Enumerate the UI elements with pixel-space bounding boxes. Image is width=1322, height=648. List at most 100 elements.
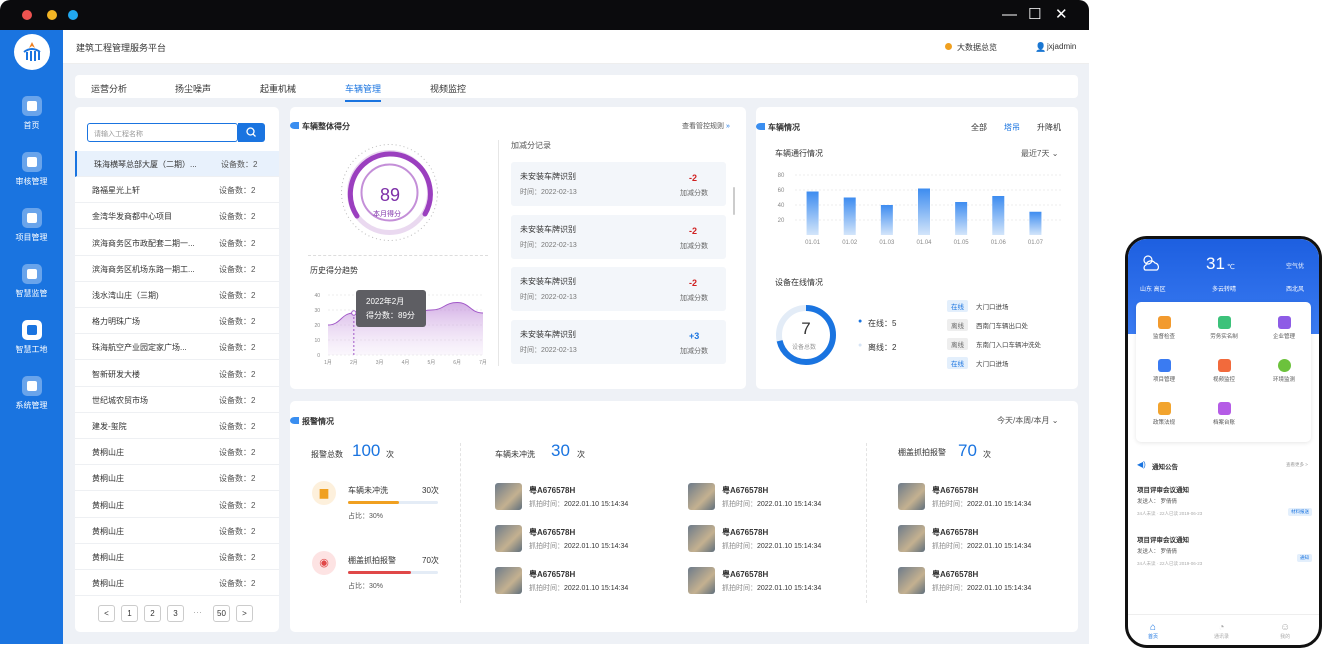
tab-dust-noise[interactable]: 扬尘噪声 bbox=[175, 82, 211, 95]
nav-audit[interactable]: 审核管理 bbox=[0, 152, 63, 187]
vehicle-capture[interactable]: 粤A676578H 抓拍时间：2022.01.10 15:14:34 bbox=[495, 483, 665, 511]
alarm-range-select[interactable]: 今天/本周/本月 ⌄ bbox=[997, 415, 1058, 426]
filter-tower-crane[interactable]: 塔吊 bbox=[1004, 122, 1020, 133]
notice-item[interactable]: 项目评审会议通知 发送人： 罗倩倩 34人未读 · 22人已读 2019-06-23… bbox=[1137, 534, 1312, 578]
project-row[interactable]: 黄桐山庄 设备数：2 bbox=[75, 439, 279, 466]
bigdata-link[interactable]: 大数据总览 bbox=[957, 42, 997, 53]
vehicle-photo[interactable] bbox=[688, 483, 715, 510]
project-row[interactable]: 浅水湾山庄（三期) 设备数：2 bbox=[75, 282, 279, 308]
nav-home[interactable]: 首页 bbox=[0, 96, 63, 131]
x-tick-label: 01.06 bbox=[991, 240, 1007, 245]
nav-system[interactable]: 系统管理 bbox=[0, 376, 63, 411]
nav-project[interactable]: 项目管理 bbox=[0, 208, 63, 243]
page-button-2[interactable]: 2 bbox=[144, 605, 161, 622]
traffic-bar[interactable] bbox=[918, 188, 930, 236]
grid-inspection[interactable]: 监督检查 bbox=[1139, 316, 1189, 340]
tab-operations[interactable]: 运营分析 bbox=[91, 82, 127, 95]
device-row[interactable]: 离线 西南门车辆出口处 bbox=[947, 319, 1028, 331]
traffic-bar[interactable] bbox=[806, 191, 819, 236]
device-row[interactable]: 在线 大门口进场 bbox=[947, 300, 1009, 312]
page-button-50[interactable]: 50 bbox=[213, 605, 230, 622]
scrollbar[interactable] bbox=[733, 187, 735, 215]
vehicle-photo[interactable] bbox=[688, 525, 715, 552]
zoom-dot[interactable] bbox=[68, 10, 78, 20]
page-prev-button[interactable]: < bbox=[98, 605, 115, 622]
device-row[interactable]: 离线 东南门入口车辆冲洗处 bbox=[947, 338, 1041, 350]
project-row[interactable]: 世纪城农贸市场 设备数：2 bbox=[75, 387, 279, 413]
vehicle-capture[interactable]: 粤A676578H 抓拍时间：2022.01.10 15:14:34 bbox=[688, 567, 858, 595]
traffic-bar[interactable] bbox=[843, 197, 856, 236]
project-row[interactable]: 滨海商务区市政配套二期一... 设备数：2 bbox=[75, 230, 279, 256]
vehicle-photo[interactable] bbox=[495, 567, 522, 594]
page-next-button[interactable]: > bbox=[236, 605, 253, 622]
username[interactable]: jxjadmin bbox=[1047, 42, 1076, 51]
mobile-nav-contacts[interactable]: ◔ 通讯录 bbox=[1214, 622, 1229, 640]
device-total: 7 bbox=[801, 319, 811, 338]
project-row[interactable]: 滨海商务区机场东路一期工... 设备数：2 bbox=[75, 256, 279, 282]
project-row[interactable]: 黄桐山庄 设备数：2 bbox=[75, 570, 279, 597]
project-row[interactable]: 建发-玺院 设备数：2 bbox=[75, 413, 279, 439]
project-row[interactable]: 珠海横琴总部大厦（二期）... 设备数：2 bbox=[75, 151, 279, 177]
minimize-icon[interactable]: — bbox=[1002, 5, 1017, 25]
range-select[interactable]: 最近7天 ⌄ bbox=[1021, 148, 1058, 159]
minimize-dot[interactable] bbox=[47, 10, 57, 20]
vehicle-photo[interactable] bbox=[898, 525, 925, 552]
progress-fill bbox=[348, 571, 411, 574]
close-icon[interactable]: ✕ bbox=[1055, 5, 1068, 25]
vehicle-photo[interactable] bbox=[688, 567, 715, 594]
mobile-nav-home[interactable]: ⌂ 首页 bbox=[1148, 622, 1158, 640]
nav-smart-site[interactable]: 智慧工地 bbox=[0, 320, 63, 355]
project-row[interactable]: 智新研发大楼 设备数：2 bbox=[75, 361, 279, 387]
tab-vehicles[interactable]: 车辆管理 bbox=[345, 82, 382, 102]
project-row[interactable]: 路福星光上轩 设备数：2 bbox=[75, 177, 279, 204]
traffic-bar[interactable] bbox=[992, 196, 1005, 235]
device-row[interactable]: 在线 大门口进场 bbox=[947, 357, 1009, 369]
vehicle-photo[interactable] bbox=[495, 525, 522, 552]
vehicle-capture[interactable]: 粤A676578H 抓拍时间：2022.01.10 15:14:34 bbox=[688, 483, 858, 511]
rule-link[interactable]: 查看管控规则 » bbox=[682, 121, 730, 131]
grid-enterprise[interactable]: 企业管理 bbox=[1259, 316, 1309, 340]
grid-policy[interactable]: 政策法规 bbox=[1139, 402, 1189, 426]
notice-more-link[interactable]: 查看更多 > bbox=[1286, 462, 1308, 468]
vehicle-capture[interactable]: 粤A676578H 抓拍时间：2022.01.10 15:14:34 bbox=[898, 567, 1068, 595]
project-row[interactable]: 黄桐山庄 设备数：2 bbox=[75, 518, 279, 544]
vehicle-capture[interactable]: 粤A676578H 抓拍时间：2022.01.10 15:14:34 bbox=[495, 525, 665, 553]
page-button-3[interactable]: 3 bbox=[167, 605, 184, 622]
grid-video[interactable]: 视频监控 bbox=[1199, 359, 1249, 383]
vehicle-photo[interactable] bbox=[898, 483, 925, 510]
tab-lifting[interactable]: 起重机械 bbox=[260, 82, 296, 95]
maximize-icon[interactable]: ☐ bbox=[1028, 5, 1041, 25]
project-row[interactable]: 黄桐山庄 设备数：2 bbox=[75, 465, 279, 492]
project-row[interactable]: 黄桐山庄 设备数：2 bbox=[75, 544, 279, 570]
page-button-1[interactable]: 1 bbox=[121, 605, 138, 622]
project-row[interactable]: 珠海航空产业园定家广场... 设备数：2 bbox=[75, 334, 279, 361]
project-row[interactable]: 黄桐山庄 设备数：2 bbox=[75, 492, 279, 518]
mobile-nav-me[interactable]: ☺ 我的 bbox=[1280, 622, 1290, 640]
close-dot[interactable] bbox=[22, 10, 32, 20]
project-row[interactable]: 金湾华发商都中心项目 设备数：2 bbox=[75, 203, 279, 230]
search-input[interactable]: 请输入工程名称 bbox=[87, 123, 238, 142]
grid-environment[interactable]: 环境监测 bbox=[1259, 359, 1309, 383]
filter-all[interactable]: 全部 bbox=[971, 122, 987, 133]
filter-elevator[interactable]: 升降机 bbox=[1037, 122, 1061, 133]
vehicle-capture[interactable]: 粤A676578H 抓拍时间：2022.01.10 15:14:34 bbox=[495, 567, 665, 595]
progress-track bbox=[348, 501, 438, 504]
traffic-bar[interactable] bbox=[880, 205, 893, 235]
tab-video[interactable]: 视频监控 bbox=[430, 82, 466, 95]
vehicle-capture[interactable]: 粤A676578H 抓拍时间：2022.01.10 15:14:34 bbox=[898, 483, 1068, 511]
grid-project[interactable]: 项目管理 bbox=[1139, 359, 1189, 383]
cover-count: 70 bbox=[958, 441, 977, 460]
vehicle-capture[interactable]: 粤A676578H 抓拍时间：2022.01.10 15:14:34 bbox=[688, 525, 858, 553]
vehicle-photo[interactable] bbox=[495, 483, 522, 510]
y-tick-label: 20 bbox=[314, 323, 320, 329]
nav-supervision[interactable]: 智慧监管 bbox=[0, 264, 63, 299]
vehicle-photo[interactable] bbox=[898, 567, 925, 594]
traffic-bar[interactable] bbox=[1029, 211, 1042, 235]
search-button[interactable] bbox=[238, 123, 265, 142]
notice-item[interactable]: 项目评审会议通知 发送人： 罗倩倩 34人未读 · 22人已读 2019-06-23… bbox=[1137, 484, 1312, 528]
grid-labor[interactable]: 劳务实名制 bbox=[1199, 316, 1249, 340]
grid-archive[interactable]: 档案台账 bbox=[1199, 402, 1249, 426]
traffic-bar[interactable] bbox=[955, 202, 968, 235]
project-row[interactable]: 格力明珠广场 设备数：2 bbox=[75, 308, 279, 335]
vehicle-capture[interactable]: 粤A676578H 抓拍时间：2022.01.10 15:14:34 bbox=[898, 525, 1068, 553]
